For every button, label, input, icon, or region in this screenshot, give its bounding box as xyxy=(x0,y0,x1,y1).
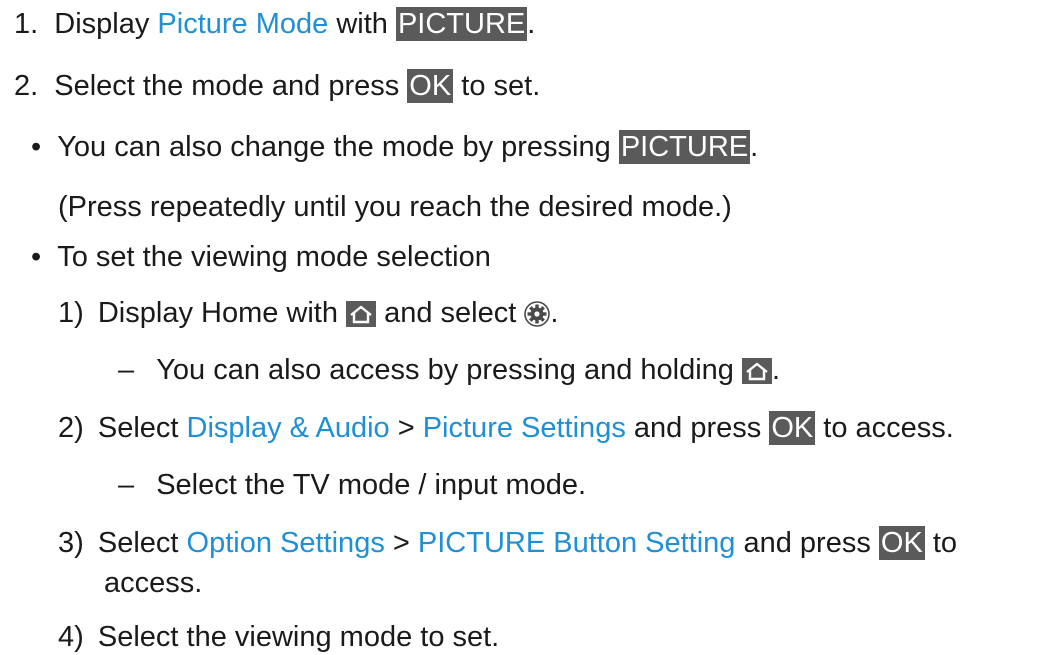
sub-step-3-separator: > xyxy=(384,527,418,559)
settings-gear-icon xyxy=(524,300,551,336)
sub-step-2-note: – Select the TV mode / input mode. xyxy=(118,467,586,503)
sub-step-1: 1) Display Home with and select . xyxy=(58,295,558,331)
bullet-1: • You can also change the mode by pressi… xyxy=(31,129,758,165)
sub-step-4: 4) Select the viewing mode to set. xyxy=(58,619,499,655)
bullet-1-text-b: . xyxy=(750,131,759,163)
sub-step-1-note: – You can also access by pressing and ho… xyxy=(118,352,780,388)
option-settings-link[interactable]: Option Settings xyxy=(187,527,385,559)
dash-marker: – xyxy=(118,354,135,386)
sub-step-2: 2) Select Display & Audio > Picture Sett… xyxy=(58,410,954,446)
sub-step-4-number: 4) xyxy=(58,621,84,653)
sub-step-1-text-b: and select xyxy=(376,297,525,329)
sub-step-4-text: Select the viewing mode to set. xyxy=(97,621,500,653)
home-icon xyxy=(741,357,772,393)
picture-settings-link[interactable]: Picture Settings xyxy=(423,412,626,444)
sub-step-3-number: 3) xyxy=(58,527,84,559)
step-2: 2. Select the mode and press OK to set. xyxy=(14,68,540,104)
sub-step-3-text-d: to xyxy=(924,527,958,559)
bullet-1-marker: • xyxy=(31,131,42,163)
step-1-text-c: . xyxy=(527,8,536,40)
step-1: 1. Display Picture Mode with PICTURE. xyxy=(14,6,535,42)
sub-step-1-text-a: Display Home with xyxy=(97,297,347,329)
bullet-1-text-a: You can also change the mode by pressing xyxy=(57,131,619,163)
step-2-number: 2. xyxy=(14,70,39,102)
sub-step-2-text-c: and press xyxy=(625,412,770,444)
display-audio-link[interactable]: Display & Audio xyxy=(187,412,390,444)
sub-step-2-text-d: to access. xyxy=(815,412,954,444)
ok-key: OK xyxy=(407,69,454,103)
sub-step-2-number: 2) xyxy=(58,412,84,444)
ok-key: OK xyxy=(769,411,816,445)
sub-step-1-note-text-b: . xyxy=(771,354,781,386)
picture-key: PICTURE xyxy=(618,130,751,164)
sub-step-3-continuation: access. xyxy=(104,567,203,599)
home-icon xyxy=(346,300,377,336)
picture-button-setting-link[interactable]: PICTURE Button Setting xyxy=(418,527,736,559)
sub-step-2-note-text: Select the TV mode / input mode. xyxy=(156,469,587,501)
sub-step-2-text-a: Select xyxy=(97,412,187,444)
sub-step-1-number: 1) xyxy=(58,297,84,329)
picture-key: PICTURE xyxy=(395,7,528,41)
sub-step-2-separator: > xyxy=(389,412,423,444)
step-1-number: 1. xyxy=(14,8,39,40)
bullet-2-marker: • xyxy=(31,241,42,273)
sub-step-1-note-text-a: You can also access by pressing and hold… xyxy=(156,354,742,386)
sub-step-3-text-c: and press xyxy=(735,527,879,559)
bullet-2: • To set the viewing mode selection xyxy=(31,239,491,275)
bullet-1-note: (Press repeatedly until you reach the de… xyxy=(58,191,732,223)
dash-marker: – xyxy=(118,469,135,501)
step-2-text-a: Select the mode and press xyxy=(54,70,408,102)
bullet-2-text: To set the viewing mode selection xyxy=(57,241,491,273)
step-1-text-b: with xyxy=(328,8,396,40)
sub-step-1-text-c: . xyxy=(550,297,559,329)
sub-step-3-text-a: Select xyxy=(97,527,187,559)
picture-mode-link[interactable]: Picture Mode xyxy=(157,8,328,40)
step-2-text-b: to set. xyxy=(453,70,541,102)
sub-step-3: 3) Select Option Settings > PICTURE Butt… xyxy=(58,525,957,561)
step-1-text-a: Display xyxy=(54,8,158,40)
ok-key: OK xyxy=(878,526,925,560)
